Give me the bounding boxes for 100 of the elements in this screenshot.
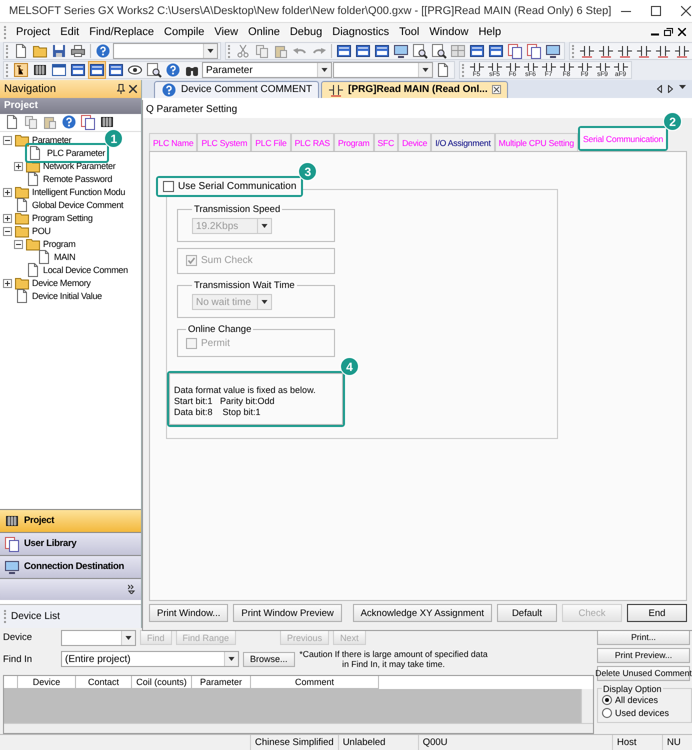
menu-item[interactable]: Find/Replace: [84, 26, 160, 38]
window-icon[interactable]: [51, 62, 67, 78]
copy-icon[interactable]: [23, 114, 39, 130]
dialog-button[interactable]: Print Window Preview: [233, 604, 342, 622]
device-table-icon[interactable]: [374, 43, 390, 60]
tree-item[interactable]: Network Parameter: [43, 161, 116, 172]
navigation-button[interactable]: User Library: [0, 532, 141, 555]
tree-item[interactable]: Global Device Comment: [32, 200, 124, 210]
restore-icon[interactable]: [664, 28, 673, 36]
help-icon[interactable]: [165, 62, 181, 78]
browse-button[interactable]: Browse...: [243, 652, 295, 667]
pin-icon[interactable]: [117, 84, 125, 94]
device-table-icon[interactable]: [488, 43, 504, 60]
device-table-icon[interactable]: [355, 43, 371, 60]
expand-toggle-icon[interactable]: [3, 214, 12, 223]
checkbox[interactable]: [163, 181, 174, 192]
device-table-icon[interactable]: [89, 62, 105, 78]
scissors-icon[interactable]: [235, 43, 251, 60]
tree-item[interactable]: Parameter: [32, 135, 72, 146]
search-dropdown[interactable]: Parameter: [202, 62, 332, 78]
grip-handle[interactable]: [228, 44, 231, 58]
page-icon[interactable]: [4, 114, 20, 130]
pages-icon[interactable]: [80, 114, 96, 130]
document-tab[interactable]: Device Comment COMMENT: [154, 80, 320, 98]
menu-item[interactable]: Edit: [55, 26, 84, 38]
magnifier-icon[interactable]: [431, 43, 447, 60]
ladder-contact-icon[interactable]: [674, 43, 690, 60]
clipboard-icon[interactable]: [273, 43, 289, 60]
ladder-contact-icon[interactable]: [579, 43, 595, 60]
scroll-right-icon[interactable]: [668, 84, 673, 93]
tree-item[interactable]: Device Initial Value: [32, 291, 102, 302]
grip-handle[interactable]: [4, 610, 7, 623]
dialog-button[interactable]: Default: [497, 604, 557, 622]
clipboard-icon[interactable]: [42, 114, 58, 130]
dialog-button[interactable]: Print Window...: [149, 604, 228, 622]
device-table-icon[interactable]: [70, 62, 86, 78]
magnifier-icon[interactable]: [412, 43, 428, 60]
find-in-dropdown[interactable]: (Entire project): [61, 651, 239, 668]
close-icon[interactable]: [129, 84, 137, 93]
tree-item[interactable]: POU: [32, 226, 51, 236]
radio-button[interactable]: [602, 695, 612, 706]
tree-item[interactable]: Device Memory: [32, 278, 91, 288]
menu-item[interactable]: Project: [11, 26, 56, 38]
help-icon[interactable]: [61, 114, 77, 130]
dialog-button[interactable]: End: [627, 604, 687, 622]
expand-toggle-icon[interactable]: [3, 278, 12, 288]
device-dropdown[interactable]: [61, 630, 136, 646]
page-icon[interactable]: [13, 43, 29, 60]
tree-item[interactable]: Local Device Commen: [43, 265, 128, 276]
side-button[interactable]: Delete Unused Comment: [597, 666, 690, 681]
tree-view-icon[interactable]: [13, 62, 29, 78]
copy-icon[interactable]: [254, 43, 270, 60]
menu-item[interactable]: Help: [473, 26, 506, 38]
folder-icon[interactable]: [32, 43, 48, 60]
document-tab[interactable]: [PRG]Read MAIN (Read Onl...: [321, 80, 508, 98]
monitor-icon[interactable]: [545, 43, 561, 60]
radio-button[interactable]: [602, 708, 612, 718]
printer-icon[interactable]: [70, 43, 86, 60]
dropdown-icon[interactable]: [679, 84, 686, 90]
grip-handle[interactable]: [6, 44, 9, 58]
tree-item[interactable]: MAIN: [54, 252, 76, 262]
collapse-toggle-icon[interactable]: [14, 240, 23, 249]
monitor-icon[interactable]: [393, 43, 409, 60]
settings-tab[interactable]: I/O Assignment: [431, 133, 495, 151]
dialog-button[interactable]: Acknowledge XY Assignment: [352, 604, 492, 622]
scroll-left-icon[interactable]: [657, 84, 662, 93]
menu-item[interactable]: Tool: [394, 26, 424, 38]
menu-item[interactable]: Window: [424, 26, 474, 38]
grip-handle[interactable]: [572, 44, 575, 58]
menu-item[interactable]: Compile: [159, 26, 210, 38]
side-button[interactable]: Print Preview...: [597, 648, 690, 663]
tree-item[interactable]: Program Setting: [32, 213, 93, 224]
device-table-icon[interactable]: [469, 43, 485, 60]
close-icon[interactable]: [678, 28, 686, 36]
menu-item[interactable]: Diagnostics: [327, 26, 394, 38]
expand-toggle-icon[interactable]: [14, 162, 23, 171]
navigation-button[interactable]: Project: [0, 508, 141, 532]
navigation-button[interactable]: Connection Destination: [0, 554, 141, 578]
close-icon[interactable]: [492, 85, 501, 94]
menu-item[interactable]: Online: [243, 26, 285, 38]
page-icon[interactable]: [435, 62, 451, 78]
ladder-contact-icon[interactable]: [636, 43, 652, 60]
save-icon[interactable]: [51, 43, 67, 60]
tree-item[interactable]: Intelligent Function Modu: [32, 187, 126, 198]
pages-icon[interactable]: [526, 43, 542, 60]
tree-item[interactable]: PLC Parameter: [45, 148, 108, 158]
device-table-icon[interactable]: [108, 62, 124, 78]
tree-item[interactable]: Program: [43, 239, 76, 250]
menu-item[interactable]: View: [209, 26, 244, 38]
help-icon[interactable]: [95, 43, 111, 60]
magnifier-icon[interactable]: [146, 62, 162, 78]
ladder-contact-icon[interactable]: [598, 43, 614, 60]
ladder-contact-icon[interactable]: [617, 43, 633, 60]
pages-icon[interactable]: [507, 43, 523, 60]
chevron-icon[interactable]: [128, 584, 135, 594]
menu-item[interactable]: Debug: [284, 26, 328, 38]
collapse-toggle-icon[interactable]: [3, 136, 12, 145]
grip-handle[interactable]: [6, 64, 9, 77]
ladder-contact-icon[interactable]: [655, 43, 671, 60]
collapse-toggle-icon[interactable]: [3, 226, 12, 236]
